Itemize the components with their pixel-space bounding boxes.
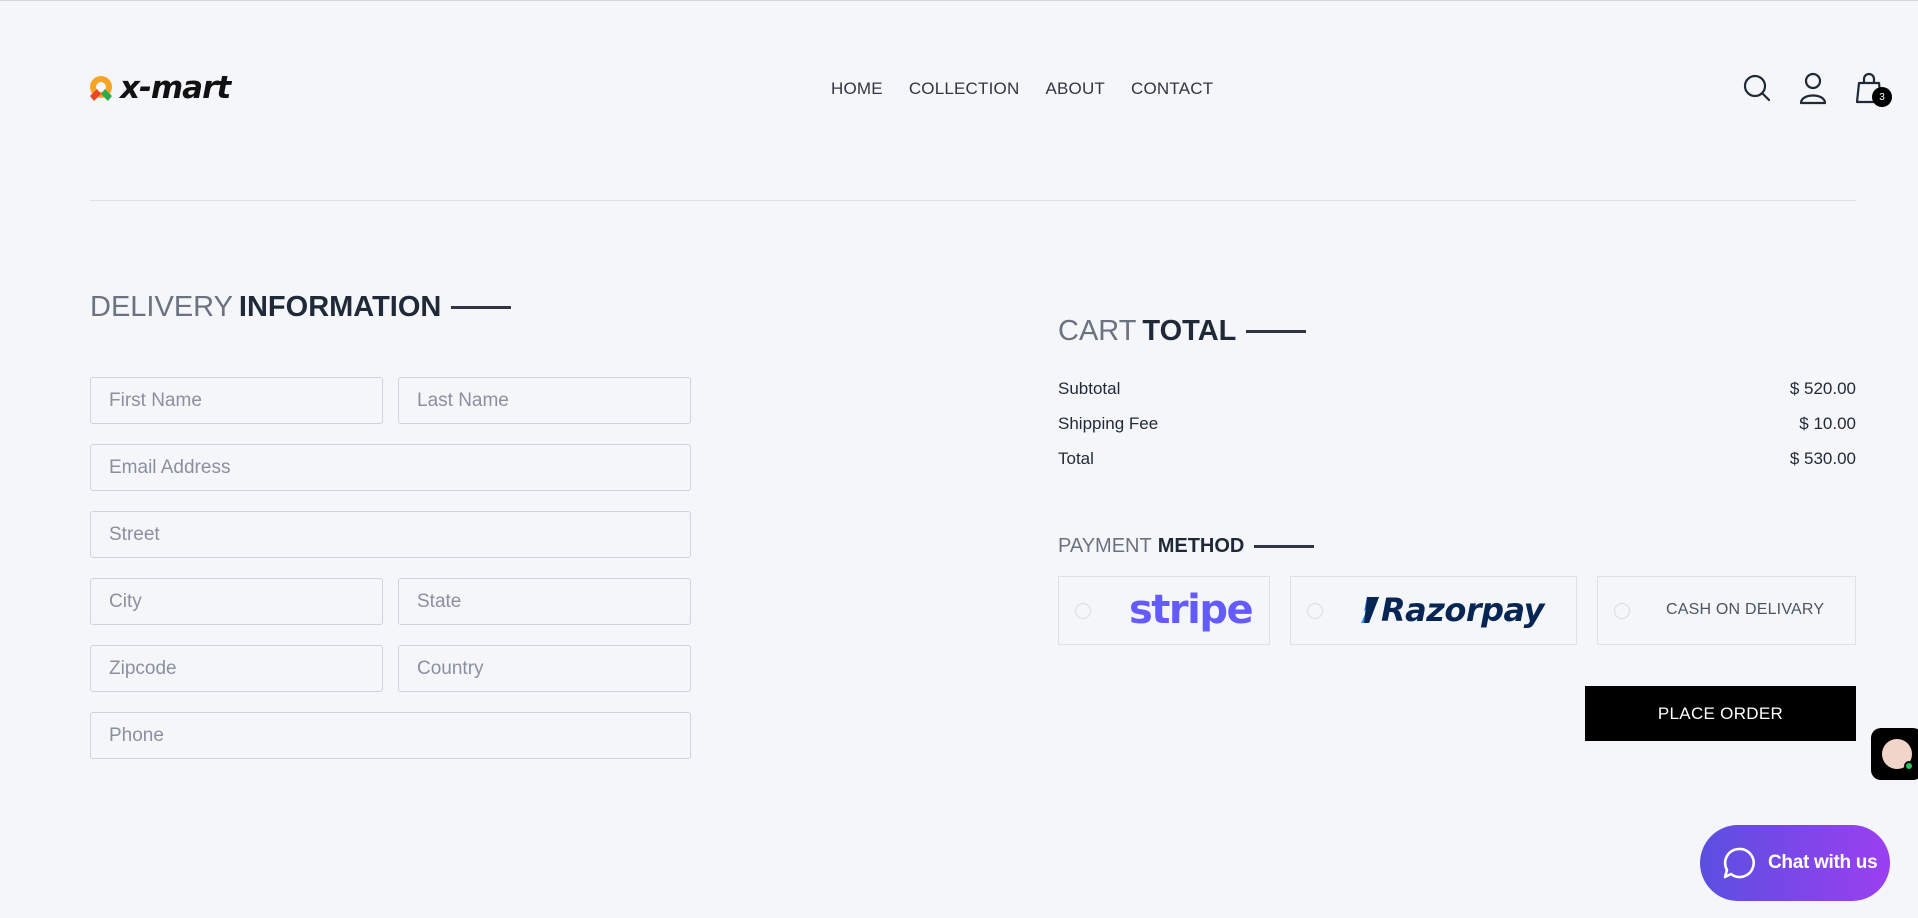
logo-mark-icon	[90, 75, 112, 101]
cod-label: CASH ON DELIVARY	[1666, 601, 1825, 618]
total-value: $ 530.00	[1789, 449, 1856, 468]
phone-input[interactable]	[90, 712, 691, 759]
razorpay-radio[interactable]	[1307, 603, 1323, 619]
heading-rule	[1246, 330, 1307, 333]
total-label: Total	[1058, 449, 1094, 468]
header-divider	[90, 200, 1856, 201]
razorpay-label: Razorpay	[1381, 591, 1545, 629]
nav-about[interactable]: ABOUT	[1045, 79, 1105, 99]
payment-option-stripe[interactable]: stripe	[1058, 576, 1270, 645]
shipping-fee-row: Shipping Fee $ 10.00	[1058, 414, 1856, 434]
place-order-button[interactable]: PLACE ORDER	[1585, 686, 1856, 741]
site-header: x-mart HOME COLLECTION ABOUT CONTACT 3	[0, 1, 1918, 201]
chat-with-us-button[interactable]: Chat with us	[1700, 825, 1890, 901]
cart-total-heading: CART TOTAL	[1058, 315, 1307, 348]
country-input[interactable]	[398, 645, 691, 692]
subtotal-row: Subtotal $ 520.00	[1058, 379, 1856, 399]
stripe-logo: stripe	[1129, 587, 1254, 633]
last-name-input[interactable]	[398, 377, 691, 424]
profile-button[interactable]	[1798, 71, 1828, 105]
stripe-radio[interactable]	[1075, 603, 1091, 619]
payment-option-cod[interactable]: CASH ON DELIVARY	[1597, 576, 1856, 645]
subtotal-label: Subtotal	[1058, 379, 1121, 398]
cod-radio[interactable]	[1614, 603, 1630, 619]
email-input[interactable]	[90, 444, 691, 491]
subtotal-value: $ 520.00	[1789, 379, 1856, 398]
razorpay-mark-icon	[1361, 597, 1379, 623]
search-icon	[1743, 74, 1771, 102]
assistant-avatar	[1882, 739, 1914, 771]
razorpay-logo: Razorpay	[1359, 591, 1545, 629]
street-input[interactable]	[90, 511, 691, 558]
chat-bubble-icon	[1723, 847, 1755, 879]
payment-title-light: PAYMENT	[1058, 535, 1152, 557]
payment-title-bold: METHOD	[1157, 535, 1245, 557]
heading-rule	[1254, 545, 1315, 548]
online-status-dot	[1904, 761, 1914, 771]
shipping-fee-label: Shipping Fee	[1058, 414, 1159, 433]
heading-rule	[451, 306, 512, 309]
search-button[interactable]	[1742, 71, 1772, 105]
main-nav: HOME COLLECTION ABOUT CONTACT	[831, 79, 1213, 99]
delivery-information-heading: DELIVERY INFORMATION	[90, 291, 512, 324]
payment-option-razorpay[interactable]: Razorpay	[1290, 576, 1577, 645]
chat-label: Chat with us	[1768, 852, 1878, 873]
brand-logo[interactable]: x-mart	[86, 70, 231, 106]
cart-count-badge: 3	[1872, 87, 1892, 107]
cart-button[interactable]: 3	[1854, 71, 1892, 107]
brand-name: x-mart	[120, 70, 231, 106]
cart-title-bold: TOTAL	[1142, 315, 1237, 347]
city-input[interactable]	[90, 578, 383, 625]
nav-home[interactable]: HOME	[831, 79, 883, 99]
nav-contact[interactable]: CONTACT	[1131, 79, 1213, 99]
delivery-title-bold: INFORMATION	[238, 291, 442, 323]
delivery-title-light: DELIVERY	[90, 291, 233, 323]
nav-collection[interactable]: COLLECTION	[909, 79, 1020, 99]
assistant-widget[interactable]	[1871, 728, 1918, 780]
zipcode-input[interactable]	[90, 645, 383, 692]
total-row: Total $ 530.00	[1058, 449, 1856, 469]
shipping-fee-value: $ 10.00	[1799, 414, 1856, 433]
cart-title-light: CART	[1058, 315, 1137, 347]
payment-method-heading: PAYMENT METHOD	[1058, 535, 1315, 558]
state-input[interactable]	[398, 578, 691, 625]
first-name-input[interactable]	[90, 377, 383, 424]
header-actions: 3	[1742, 71, 1892, 107]
user-icon	[1799, 72, 1827, 105]
